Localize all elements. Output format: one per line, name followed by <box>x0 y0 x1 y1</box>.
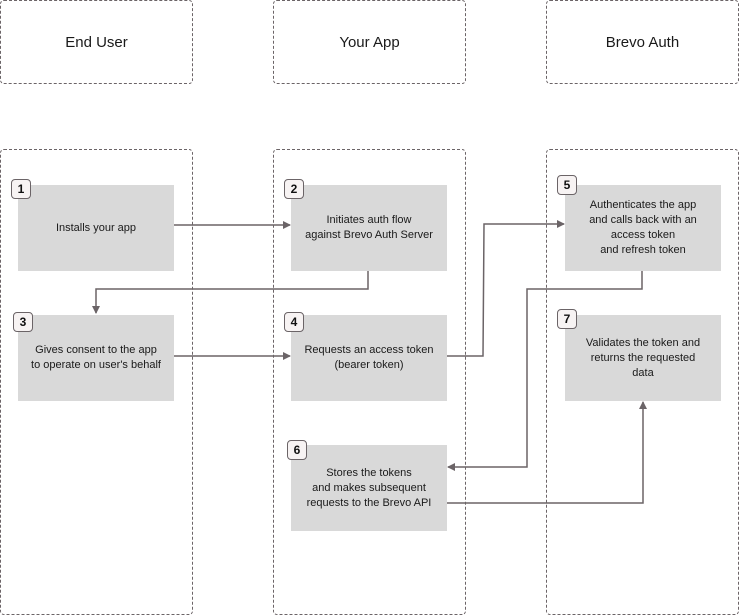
step-text: Validates the token and returns the requ… <box>585 336 701 379</box>
step-badge-6: 6 <box>287 440 307 460</box>
step-text: Installs your app <box>55 221 137 234</box>
step-badge-2: 2 <box>284 179 304 199</box>
step-2: Initiates auth flow against Brevo Auth S… <box>291 185 447 271</box>
step-5: Authenticates the app and calls back wit… <box>565 185 721 271</box>
step-number: 2 <box>290 182 298 196</box>
step-number: 5 <box>563 178 571 192</box>
lane-title: End User <box>65 33 128 51</box>
step-text: Requests an access token (bearer token) <box>304 344 434 371</box>
step-badge-5: 5 <box>557 175 577 195</box>
step-number: 4 <box>290 315 298 329</box>
step-1: Installs your app <box>18 185 174 271</box>
step-badge-3: 3 <box>13 312 33 332</box>
step-number: 1 <box>17 182 25 196</box>
step-number: 3 <box>19 315 27 329</box>
step-number: 7 <box>563 312 571 326</box>
step-4: Requests an access token (bearer token) <box>291 315 447 401</box>
lane-title: Brevo Auth <box>605 33 680 51</box>
step-badge-1: 1 <box>11 179 31 199</box>
lane-header-end-user: End User <box>0 0 193 84</box>
step-text: Stores the tokens and makes subsequent r… <box>306 466 432 509</box>
step-badge-4: 4 <box>284 312 304 332</box>
lane-header-brevo-auth: Brevo Auth <box>546 0 739 84</box>
lane-title: Your App <box>339 33 400 51</box>
step-badge-7: 7 <box>557 309 577 329</box>
step-6: Stores the tokens and makes subsequent r… <box>291 445 447 531</box>
step-7: Validates the token and returns the requ… <box>565 315 721 401</box>
step-number: 6 <box>293 443 301 457</box>
step-text: Initiates auth flow against Brevo Auth S… <box>305 214 433 241</box>
step-3: Gives consent to the app to operate on u… <box>18 315 174 401</box>
lane-header-your-app: Your App <box>273 0 466 84</box>
step-text: Gives consent to the app to operate on u… <box>31 344 161 371</box>
step-text: Authenticates the app and calls back wit… <box>589 199 697 256</box>
